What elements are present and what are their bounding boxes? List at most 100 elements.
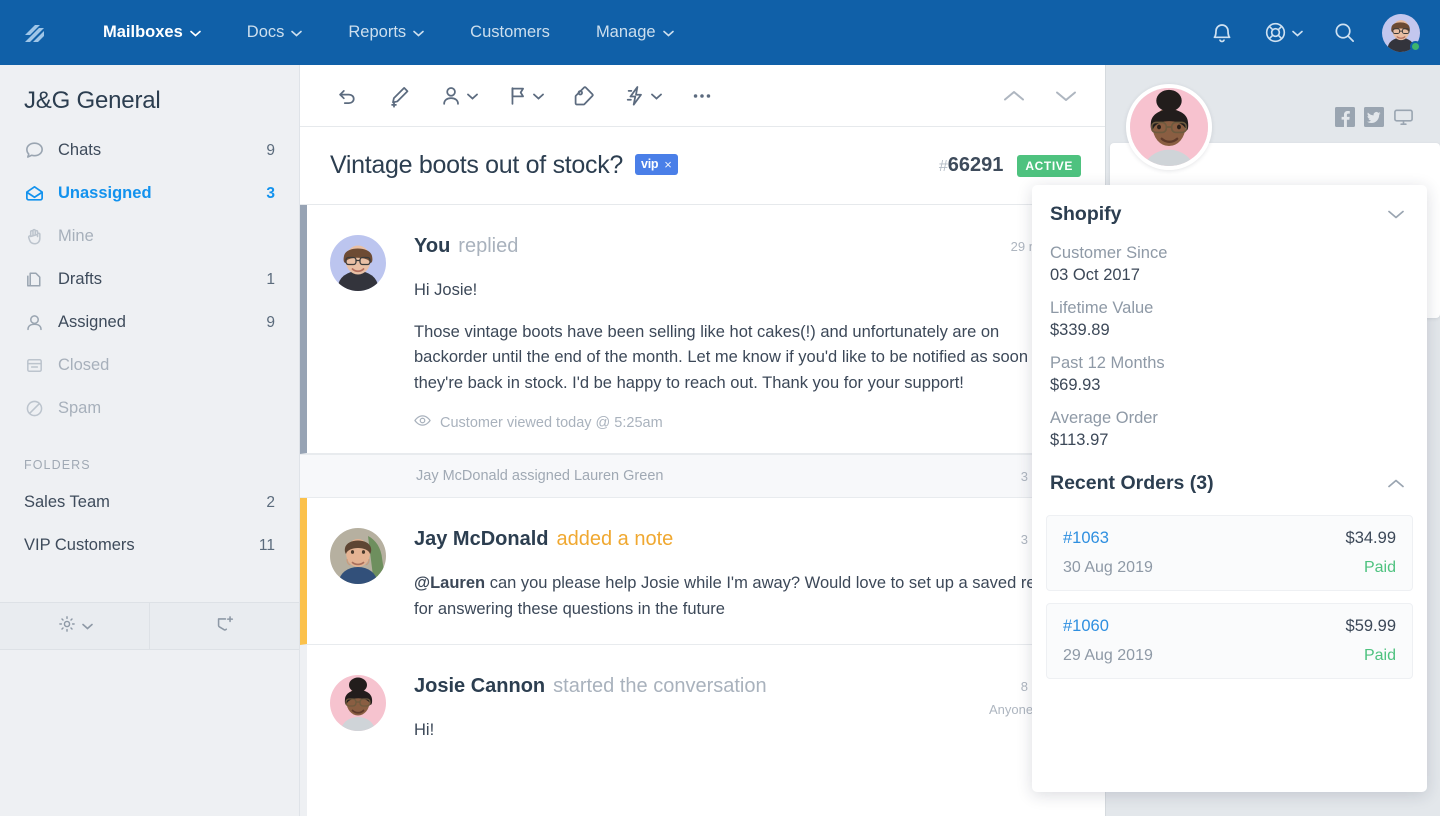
order-amount: $34.99: [1345, 529, 1396, 547]
sidebar-item-count: 9: [266, 141, 275, 159]
drafts-icon: [24, 269, 58, 290]
user-avatar[interactable]: [1382, 13, 1421, 52]
open-envelope-icon: [24, 183, 58, 204]
sidebar-item-count: 9: [266, 313, 275, 331]
sidebar-item-drafts[interactable]: Drafts 1: [0, 258, 299, 301]
nav-item-customers[interactable]: Customers: [447, 0, 573, 65]
gear-icon: [57, 614, 77, 639]
sidebar-item-spam[interactable]: Spam: [0, 387, 299, 430]
search-icon[interactable]: [1316, 0, 1372, 65]
facebook-icon[interactable]: [1335, 107, 1355, 127]
view-receipt-text: Customer viewed today @ 5:25am: [440, 414, 663, 431]
helpscout-logo[interactable]: [16, 15, 52, 51]
person-icon: [24, 312, 58, 333]
website-icon[interactable]: [1393, 107, 1414, 127]
message-paragraph: Those vintage boots have been selling li…: [414, 322, 1051, 392]
more-options-icon[interactable]: [676, 76, 728, 116]
new-conversation-button[interactable]: [150, 603, 299, 649]
message-paragraph: Hi!: [414, 721, 435, 740]
field-label: Lifetime Value: [1050, 299, 1154, 317]
nav-item-docs[interactable]: Docs: [224, 0, 326, 65]
sidebar-item-closed[interactable]: Closed: [0, 344, 299, 387]
mention[interactable]: @Lauren: [414, 574, 485, 592]
chevron-up-icon[interactable]: [1387, 478, 1405, 489]
nav-item-manage[interactable]: Manage: [573, 0, 697, 65]
field-value: $339.89: [1050, 321, 1110, 339]
lifebuoy-icon[interactable]: [1250, 0, 1316, 65]
main-nav-items: Mailboxes Docs Reports Customers Manage: [80, 0, 697, 65]
chevron-up-icon[interactable]: [993, 76, 1035, 116]
message-author: Jay McDonald: [414, 528, 549, 551]
shopify-section-header[interactable]: Shopify: [1032, 185, 1427, 230]
conversation-toolbar: [300, 65, 1105, 127]
field-value: $69.93: [1050, 376, 1101, 394]
order-row[interactable]: #1063 $34.99 30 Aug 2019 Paid: [1046, 515, 1413, 591]
chevron-down-icon[interactable]: [1387, 209, 1405, 220]
message-author: Josie Cannon: [414, 675, 546, 698]
recent-orders-header[interactable]: Recent Orders (3): [1032, 450, 1427, 499]
bell-icon[interactable]: [1194, 0, 1250, 65]
chevron-down-icon: [189, 0, 201, 65]
eye-icon: [414, 414, 431, 431]
nav-item-reports[interactable]: Reports: [325, 0, 447, 65]
sidebar-item-label: Spam: [58, 399, 102, 417]
avatar: [330, 235, 386, 291]
message-note: Jay McDonald added a note 3 hrs ago @Lau…: [300, 498, 1105, 646]
sidebar-folder-label: VIP Customers: [24, 536, 135, 554]
event-text: Jay McDonald assigned Lauren Green: [416, 468, 664, 485]
sidebar-item-mine[interactable]: Mine: [0, 215, 299, 258]
sidebar-folder-count: 11: [258, 536, 275, 554]
mailbox-settings-button[interactable]: [0, 603, 150, 649]
chevron-down-icon[interactable]: [1045, 76, 1087, 116]
new-conversation-icon: [214, 613, 236, 640]
mailbox-title: J&G General: [24, 87, 161, 114]
sidebar-footer: [0, 602, 299, 650]
field-value: 03 Oct 2017: [1050, 266, 1140, 284]
status-flag-icon[interactable]: [492, 76, 558, 116]
order-status: Paid: [1363, 559, 1396, 576]
conversation-meta: #66291 ACTIVE: [939, 154, 1081, 177]
nav-item-label: Manage: [595, 23, 656, 41]
order-status: Paid: [1363, 647, 1396, 664]
conversation-pane: Vintage boots out of stock? vip × #66291 A…: [300, 65, 1105, 816]
customer-avatar[interactable]: [1126, 84, 1212, 170]
chevron-down-icon: [413, 0, 424, 65]
order-amount: $59.99: [1345, 617, 1396, 635]
assign-person-icon[interactable]: [426, 76, 492, 116]
nav-item-label: Mailboxes: [103, 23, 183, 41]
conversation-subject: Vintage boots out of stock?: [330, 151, 624, 179]
message-action: replied: [458, 235, 519, 257]
sidebar-item-assigned[interactable]: Assigned 9: [0, 301, 299, 344]
hand-icon: [24, 226, 58, 247]
sidebar-folder-vip-customers[interactable]: VIP Customers 11: [0, 524, 299, 567]
vip-tag[interactable]: vip ×: [635, 153, 678, 175]
vip-tag-label: vip: [641, 157, 659, 171]
nav-item-mailboxes[interactable]: Mailboxes: [80, 0, 224, 65]
status-badge[interactable]: ACTIVE: [1017, 154, 1081, 177]
sidebar-item-unassigned[interactable]: Unassigned 3: [0, 172, 299, 215]
nav-item-label: Customers: [470, 23, 550, 41]
undo-reply-icon[interactable]: [322, 76, 374, 116]
shopify-title: Shopify: [1050, 203, 1122, 225]
workflow-bolt-icon[interactable]: [610, 76, 676, 116]
message-thread: You replied 29 min ago Hi Josie! Those v…: [300, 205, 1105, 816]
sidebar-item-chats[interactable]: Chats 9: [0, 129, 299, 172]
order-id-link[interactable]: #1060: [1063, 617, 1109, 636]
message-body: @Lauren can you please help Josie while …: [414, 571, 1075, 622]
order-date: 29 Aug 2019: [1063, 647, 1153, 664]
customer-social-links: [1335, 107, 1414, 127]
field-label: Past 12 Months: [1050, 354, 1165, 372]
sidebar-item-count: 3: [266, 184, 275, 202]
order-row[interactable]: #1060 $59.99 29 Aug 2019 Paid: [1046, 603, 1413, 679]
close-icon[interactable]: ×: [664, 157, 672, 172]
folders-section-header: FOLDERS: [24, 458, 91, 472]
order-id-link[interactable]: #1063: [1063, 529, 1109, 548]
chevron-down-icon: [533, 87, 544, 105]
recent-orders-list: #1063 $34.99 30 Aug 2019 Paid #1060 $59.…: [1032, 499, 1427, 679]
tag-icon[interactable]: [558, 76, 610, 116]
twitter-icon[interactable]: [1364, 107, 1384, 127]
sidebar-folder-sales-team[interactable]: Sales Team 2: [0, 481, 299, 524]
nav-right-actions: [1194, 0, 1440, 65]
edit-add-icon[interactable]: [374, 76, 426, 116]
message-view-receipt: Customer viewed today @ 5:25am: [414, 414, 1075, 431]
